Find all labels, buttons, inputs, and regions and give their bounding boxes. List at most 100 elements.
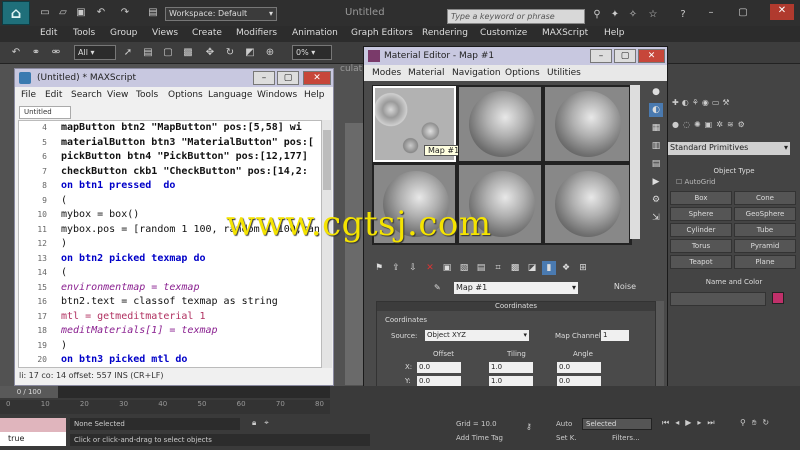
- uv-tiling-icon[interactable]: ▥: [649, 139, 663, 153]
- menu-rendering[interactable]: Rendering: [422, 28, 468, 38]
- me-menu-material[interactable]: Material: [408, 68, 445, 78]
- autogrid-checkbox[interactable]: ☐ AutoGrid: [676, 178, 715, 186]
- library-icon[interactable]: ▤: [474, 261, 488, 275]
- tube-button[interactable]: Tube: [734, 223, 796, 237]
- color-swatch[interactable]: [772, 292, 784, 304]
- ms-menu-language[interactable]: Language: [208, 90, 252, 100]
- help-icon[interactable]: ?: [676, 8, 690, 22]
- scale-icon[interactable]: ◩: [242, 45, 258, 61]
- sample-slot[interactable]: [458, 86, 542, 162]
- menu-create[interactable]: Create: [192, 28, 222, 38]
- sample-type-icon[interactable]: ●: [649, 85, 663, 99]
- me-menu-navigation[interactable]: Navigation: [452, 68, 501, 78]
- pyramid-button[interactable]: Pyramid: [734, 239, 796, 253]
- filters-button[interactable]: Filters...: [612, 434, 640, 442]
- close-icon[interactable]: ✕: [638, 49, 665, 63]
- display-tab-icon[interactable]: ▭: [712, 98, 720, 112]
- open-file-icon[interactable]: ▱: [56, 6, 70, 20]
- app-logo-icon[interactable]: ⌂: [2, 1, 30, 25]
- undo-icon[interactable]: ↶: [94, 6, 108, 20]
- pick-map-icon[interactable]: ✎: [434, 283, 448, 297]
- script-tab[interactable]: Untitled: [19, 106, 71, 119]
- effects-channel-icon[interactable]: ⌗: [491, 261, 505, 275]
- prev-frame-icon[interactable]: ◂: [675, 418, 679, 428]
- background-icon[interactable]: ▦: [649, 121, 663, 135]
- time-slider-thumb[interactable]: 0 / 100: [0, 386, 58, 398]
- plane-button[interactable]: Plane: [734, 255, 796, 269]
- lights-icon[interactable]: ✺: [694, 120, 701, 134]
- ms-menu-help[interactable]: Help: [304, 90, 325, 100]
- select-icon[interactable]: ➚: [120, 45, 136, 61]
- material-map-navigator-icon[interactable]: ⊞: [576, 261, 590, 275]
- listener-field[interactable]: true: [0, 432, 66, 446]
- show-end-icon[interactable]: ◪: [525, 261, 539, 275]
- rotate-icon[interactable]: ↻: [222, 45, 238, 61]
- maximize-icon[interactable]: ▢: [736, 6, 750, 20]
- minimize-icon[interactable]: –: [253, 71, 275, 85]
- utilities-tab-icon[interactable]: ⚒: [722, 98, 729, 112]
- zoom-icon[interactable]: ⚲: [740, 418, 746, 428]
- ms-menu-view[interactable]: View: [107, 90, 128, 100]
- menu-views[interactable]: Views: [152, 28, 178, 38]
- sample-slot[interactable]: [544, 86, 630, 162]
- region-icon[interactable]: ▢: [160, 45, 176, 61]
- map-type-button[interactable]: Noise: [600, 282, 650, 294]
- menu-animation[interactable]: Animation: [292, 28, 338, 38]
- ms-menu-edit[interactable]: Edit: [45, 90, 62, 100]
- menu-group[interactable]: Group: [110, 28, 137, 38]
- modify-tab-icon[interactable]: ◐: [682, 98, 689, 112]
- systems-icon[interactable]: ⚙: [738, 120, 745, 134]
- rollout-title[interactable]: Coordinates: [377, 302, 655, 311]
- box-button[interactable]: Box: [670, 191, 732, 205]
- menu-maxscript[interactable]: MAXScript: [542, 28, 588, 38]
- key-icon[interactable]: ⚷: [526, 422, 532, 431]
- orbit-icon[interactable]: ↻: [762, 418, 769, 428]
- ms-menu-windows[interactable]: Windows: [257, 90, 297, 100]
- lock-icon[interactable]: 🔒︎: [252, 418, 256, 428]
- show-map-icon[interactable]: ▩: [508, 261, 522, 275]
- cone-button[interactable]: Cone: [734, 191, 796, 205]
- copy-icon[interactable]: ▣: [440, 261, 454, 275]
- key-filter-dropdown[interactable]: Selected: [582, 418, 652, 430]
- menu-graph-editors[interactable]: Graph Editors: [351, 28, 413, 38]
- go-parent-icon[interactable]: ▮: [542, 261, 556, 275]
- sample-slot[interactable]: [544, 164, 630, 244]
- auto-key-button[interactable]: Auto: [556, 420, 572, 428]
- torus-button[interactable]: Torus: [670, 239, 732, 253]
- editor-scrollbar[interactable]: [322, 120, 332, 368]
- subscription-icon[interactable]: ✦: [608, 8, 622, 22]
- map-channel-spinner[interactable]: 1: [601, 330, 629, 341]
- create-tab-icon[interactable]: ✚: [672, 98, 679, 112]
- options-icon[interactable]: ⚙: [649, 193, 663, 207]
- new-file-icon[interactable]: ▭: [38, 6, 52, 20]
- ms-menu-tools[interactable]: Tools: [136, 90, 158, 100]
- sphere-button[interactable]: Sphere: [670, 207, 732, 221]
- absolute-mode-icon[interactable]: ⌖: [264, 418, 269, 428]
- reset-icon[interactable]: ✕: [423, 261, 437, 275]
- menu-customize[interactable]: Customize: [480, 28, 527, 38]
- unique-icon[interactable]: ▧: [457, 261, 471, 275]
- next-frame-icon[interactable]: ▸: [697, 418, 701, 428]
- me-menu-utilities[interactable]: Utilities: [547, 68, 581, 78]
- go-start-icon[interactable]: ⏮: [662, 418, 669, 428]
- selection-filter[interactable]: All ▾: [74, 45, 116, 60]
- spacewarps-icon[interactable]: ≋: [727, 120, 734, 134]
- window-crossing-icon[interactable]: ▩: [180, 45, 196, 61]
- backlight-icon[interactable]: ◐: [649, 103, 663, 117]
- maximize-icon[interactable]: ▢: [277, 71, 299, 85]
- video-check-icon[interactable]: ▤: [649, 157, 663, 171]
- hierarchy-tab-icon[interactable]: ⚘: [692, 98, 699, 112]
- assign-icon[interactable]: ⇩: [406, 261, 420, 275]
- menu-edit[interactable]: Edit: [40, 28, 57, 38]
- menu-help[interactable]: Help: [604, 28, 625, 38]
- save-icon[interactable]: ▣: [74, 6, 88, 20]
- cameras-icon[interactable]: ▣: [705, 120, 713, 134]
- map-name-field[interactable]: Map #1 ▾: [454, 282, 578, 294]
- search-input[interactable]: Type a keyword or phrase: [447, 9, 585, 24]
- get-material-icon[interactable]: ⚑: [372, 261, 386, 275]
- redo-icon[interactable]: ↷: [118, 6, 132, 20]
- me-menu-modes[interactable]: Modes: [372, 68, 401, 78]
- go-end-icon[interactable]: ⏭: [707, 418, 714, 428]
- play-icon[interactable]: ▶: [685, 418, 691, 428]
- favorites-icon[interactable]: ☆: [646, 8, 660, 22]
